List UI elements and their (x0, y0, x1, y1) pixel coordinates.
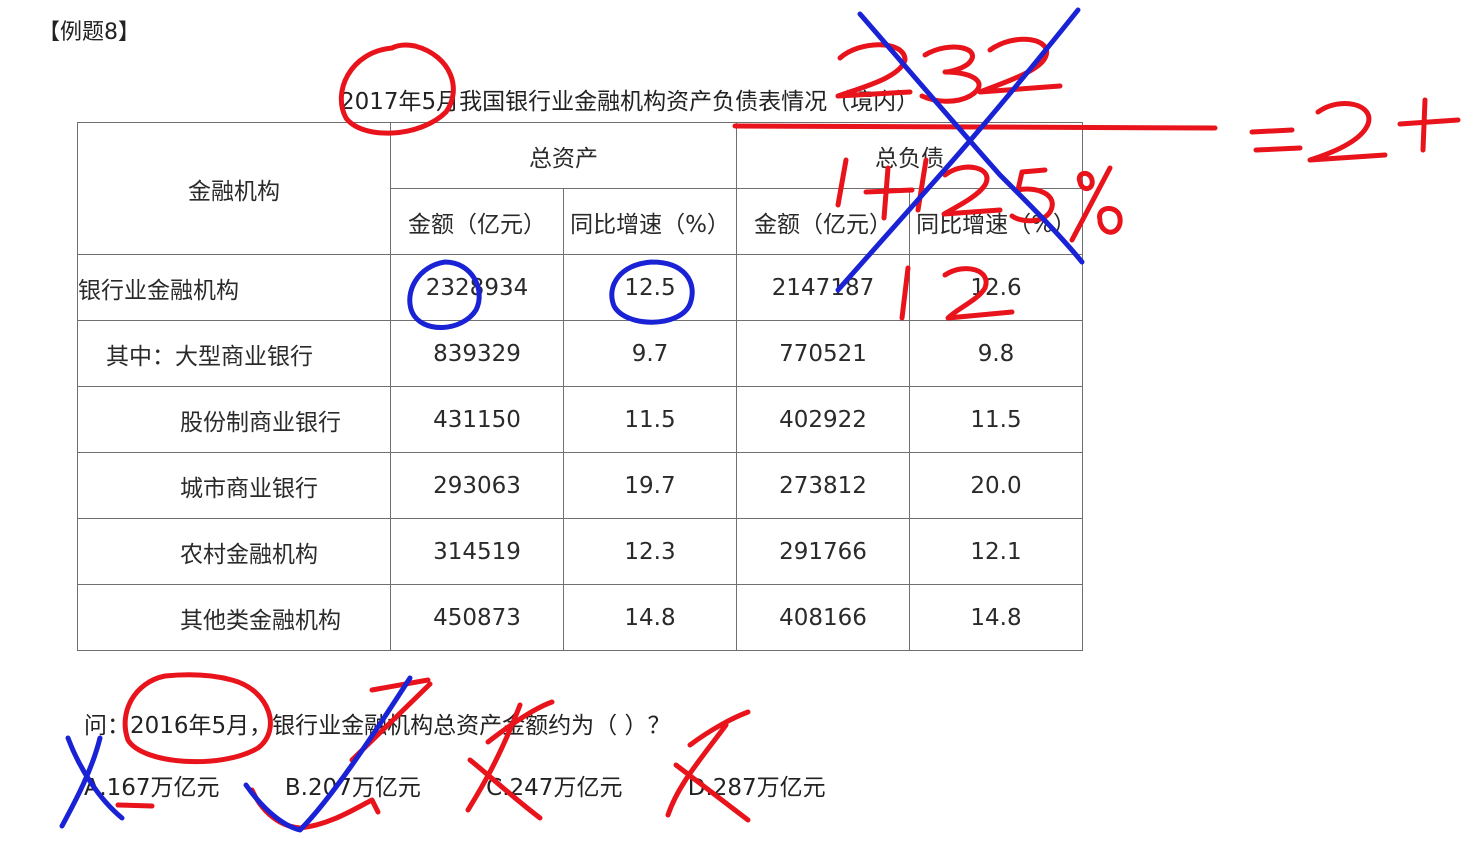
sub-header-liab-growth: 同比增速（%） (909, 188, 1083, 255)
option-a: A.167万亿元 (84, 775, 220, 801)
table-title: 2017年5月我国银行业金融机构资产负债表情况（境内） (340, 89, 920, 115)
cell: 273812 (736, 452, 910, 519)
blue-check-b (243, 675, 413, 833)
red-equals (1249, 127, 1303, 153)
table-row: 股份制商业银行 431150 11.5 402922 11.5 (77, 386, 1083, 453)
cell: 431150 (390, 386, 564, 453)
cell: 9.7 (563, 320, 737, 387)
sub-header-assets-growth: 同比增速（%） (563, 188, 737, 255)
red-digit-2d (1307, 101, 1388, 163)
cell: 450873 (390, 584, 564, 651)
table-row: 城市商业银行 293063 19.7 273812 20.0 (77, 452, 1083, 519)
row-header-cell: 金融机构 (77, 122, 391, 255)
red-cross-d (665, 709, 751, 823)
cell: 14.8 (909, 584, 1083, 651)
cell: 2328934 (390, 254, 564, 321)
row-name: 农村金融机构 (77, 518, 391, 585)
cell: 9.8 (909, 320, 1083, 387)
table-row: 银行业金融机构 2328934 12.5 2147187 12.6 (77, 254, 1083, 321)
table-row: 其他类金融机构 450873 14.8 408166 14.8 (77, 584, 1083, 651)
row-name: 其中：大型商业银行 (77, 320, 391, 387)
table-row: 农村金融机构 314519 12.3 291766 12.1 (77, 518, 1083, 585)
sub-header-assets-amount: 金额（亿元） (390, 188, 564, 255)
cell: 314519 (390, 518, 564, 585)
red-digit-3 (919, 44, 982, 104)
row-name: 股份制商业银行 (77, 386, 391, 453)
cell: 2147187 (736, 254, 910, 321)
cell: 408166 (736, 584, 910, 651)
table-row: 其中：大型商业银行 839329 9.7 770521 9.8 (77, 320, 1083, 387)
cell: 12.3 (563, 518, 737, 585)
cell: 20.0 (909, 452, 1083, 519)
row-header: 金融机构 (188, 178, 280, 205)
red-underline-a (115, 802, 155, 809)
cell: 11.5 (909, 386, 1083, 453)
answer-options: A.167万亿元 B.207万亿元 C.247万亿元 D.287万亿元 (84, 768, 884, 802)
red-plus (1397, 97, 1461, 153)
cell: 14.8 (563, 584, 737, 651)
cell: 402922 (736, 386, 910, 453)
group-header-liabilities: 总负债 (736, 122, 1083, 189)
cell: 12.5 (563, 254, 737, 321)
cell: 839329 (390, 320, 564, 387)
cell: 12.6 (909, 254, 1083, 321)
option-c: C.247万亿元 (486, 775, 623, 801)
data-table: 金融机构 总资产 总负债 金额（亿元） 同比增速（%） 金额（亿元） 同比增速（… (77, 122, 1083, 651)
red-digit-2-b (977, 36, 1063, 95)
cell: 770521 (736, 320, 910, 387)
row-name: 其他类金融机构 (77, 584, 391, 651)
example-label: 【例题8】 (38, 20, 140, 45)
cell: 12.1 (909, 518, 1083, 585)
option-d: D.287万亿元 (687, 775, 826, 801)
question-text: 问：2016年5月，银行业金融机构总资产金额约为（ ）？ (84, 713, 671, 739)
row-name: 银行业金融机构 (77, 254, 391, 321)
sub-header-liab-amount: 金额（亿元） (736, 188, 910, 255)
row-name: 城市商业银行 (77, 452, 391, 519)
group-header-assets: 总资产 (390, 122, 737, 189)
cell: 291766 (736, 518, 910, 585)
cell: 293063 (390, 452, 564, 519)
cell: 11.5 (563, 386, 737, 453)
cell: 19.7 (563, 452, 737, 519)
option-b: B.207万亿元 (284, 775, 421, 801)
